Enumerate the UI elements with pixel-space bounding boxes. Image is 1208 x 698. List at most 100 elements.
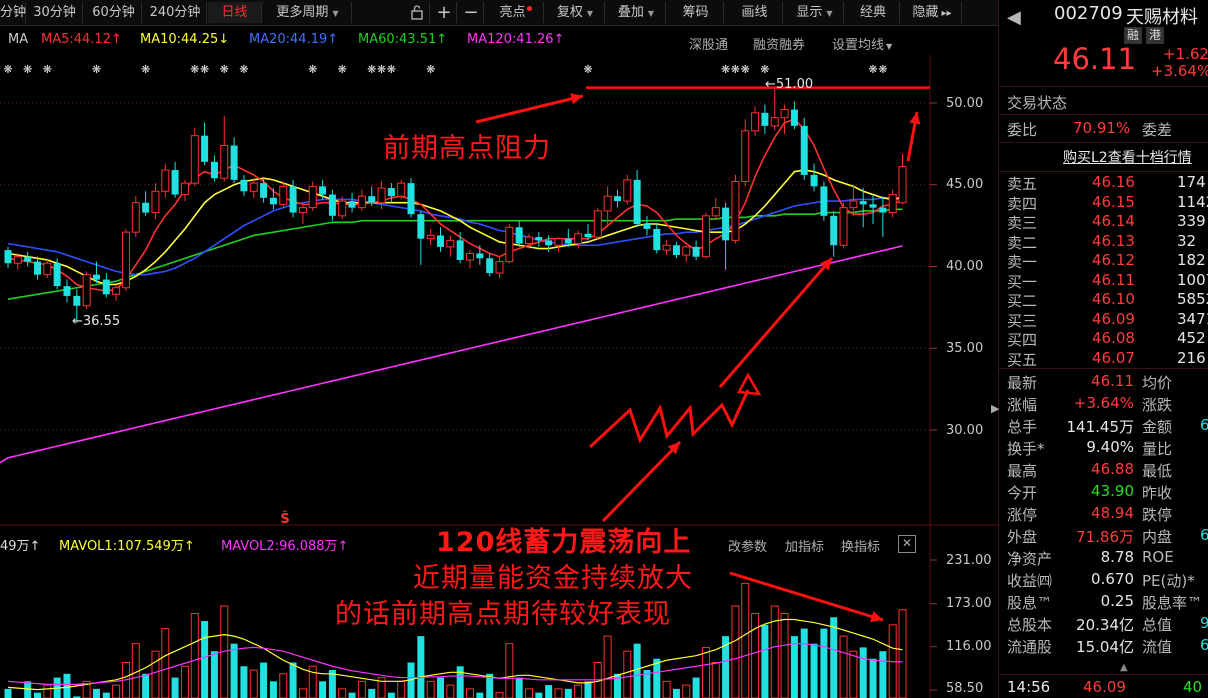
draw-line-button[interactable]: 画线 (727, 2, 783, 23)
quote-row: 最新 46.11 均价 (999, 372, 1208, 393)
ask-row[interactable]: 卖三 46.14 339 (999, 212, 1208, 232)
quote-label-right: 跌停 (1142, 506, 1173, 524)
event-marker-icon: ❋ (878, 63, 887, 76)
volume-bar-up (524, 688, 533, 698)
vol-tick-231: 231.00 (946, 553, 992, 568)
quote-value: 8.78 (1100, 548, 1134, 566)
bid-row[interactable]: 买五 46.07 216 (999, 348, 1208, 369)
volume-bar-down (515, 677, 523, 698)
event-marker-icon: ❋ (190, 63, 199, 76)
switch-indicator-button[interactable]: 换指标 (841, 536, 880, 555)
volume-bar-down (535, 692, 543, 698)
candle-body-down (53, 263, 61, 287)
volume-bar-down (171, 677, 179, 698)
volume-bar-down (63, 673, 71, 698)
ask-row[interactable]: 卖四 46.15 1142 (999, 192, 1208, 213)
tab-240min[interactable]: 240分钟 (144, 2, 207, 23)
panel-toggle-icon[interactable]: ▶ (991, 402, 999, 415)
annotation-line1: 120线蓄力震荡向上 (436, 527, 692, 558)
candle-body-down (653, 228, 661, 251)
collapse-icon[interactable]: ▲ (1120, 662, 1128, 673)
volume-bar-up (495, 692, 504, 698)
ask-row[interactable]: 卖五 46.16 174 (999, 173, 1208, 193)
level-label: 卖五 (1007, 175, 1038, 193)
candle-body-up (780, 109, 789, 119)
candle-body-up (662, 244, 671, 251)
candle-body-up (495, 261, 504, 274)
weibi-value: 70.91% (1073, 119, 1131, 137)
quote-row: 股息™ 0.25 股息率™ (999, 592, 1208, 613)
candle-body-down (368, 196, 376, 203)
tab-30min[interactable]: 30分钟 (27, 2, 83, 23)
ask-row[interactable]: 卖二 46.13 32 (999, 231, 1208, 252)
margin-trading-button[interactable]: 融资融券 (753, 34, 805, 53)
volume-bar-up (43, 684, 52, 698)
add-indicator-button[interactable]: 加指标 (785, 536, 824, 555)
event-marker-icon: ❋ (583, 63, 592, 76)
candle-body-up (731, 180, 740, 241)
tab-60min[interactable]: 60分钟 (86, 2, 142, 23)
classic-button[interactable]: 经典 (847, 2, 900, 23)
bid-row[interactable]: 买四 46.08 452 (999, 329, 1208, 349)
candle-body-up (338, 200, 347, 217)
overlay-button[interactable]: 叠加 ▼ (607, 2, 666, 23)
volume-bar-down (142, 673, 150, 698)
bid-row[interactable]: 买二 46.10 5852 (999, 290, 1208, 310)
volume-bar-up (426, 680, 435, 698)
tab-minute[interactable]: 分钟 (0, 2, 26, 23)
level-price: 46.12 (1092, 251, 1135, 269)
level-price: 46.15 (1092, 192, 1135, 211)
candle-body-down (24, 256, 32, 262)
candle-body-up (466, 252, 475, 261)
candle-body-down (613, 196, 621, 202)
ask-row[interactable]: 卖一 46.12 182 (999, 251, 1208, 271)
plus-icon[interactable]: + (432, 2, 457, 23)
hide-button[interactable]: 隐藏 ▸▸ (903, 2, 962, 23)
chips-button[interactable]: 筹码 (668, 2, 724, 23)
quote-value: 15.04亿 (1076, 638, 1134, 656)
volume-bar-down (437, 677, 445, 698)
level-label: 买二 (1007, 292, 1038, 310)
back-arrow-icon[interactable]: ◀ (1007, 7, 1021, 28)
tab-more-periods[interactable]: 更多周期 ▼ (264, 2, 352, 23)
l2-purchase-link[interactable]: 购买L2查看十档行情 (1063, 147, 1192, 167)
candle-body-up (888, 194, 897, 214)
vol-tick-116: 116.00 (946, 639, 992, 654)
event-marker-icon: ❋ (92, 63, 101, 76)
tab-daily[interactable]: 日线 (208, 2, 262, 23)
candle-body-down (210, 161, 218, 179)
adjust-button[interactable]: 复权 ▼ (546, 2, 605, 23)
quote-label: 最高 (1007, 462, 1038, 480)
price-tick-35: 35.00 (946, 341, 984, 356)
volume-bar-down (201, 621, 209, 698)
price-tick-45: 45.00 (946, 177, 984, 192)
level-price: 46.13 (1092, 231, 1135, 250)
ma-settings-button[interactable]: 设置均线 ▼ (832, 34, 892, 53)
volume-bar-down (368, 688, 376, 698)
quote-row: 净资产 8.78 ROE (999, 548, 1208, 569)
weicha-label: 委差 (1142, 121, 1173, 139)
minus-icon[interactable]: − (459, 2, 484, 23)
price-tick-50: 50.00 (946, 96, 984, 111)
bid-row[interactable]: 买三 46.09 3471 (999, 310, 1208, 330)
candle-body-down (859, 201, 867, 205)
candle-body-down (348, 201, 356, 208)
lock-icon[interactable] (405, 2, 430, 23)
candle-body-up (751, 112, 760, 132)
volume-bar-down (33, 692, 41, 698)
volume-bar-down (24, 681, 32, 698)
volume-bar-up (839, 635, 848, 698)
quote-value: 20.34亿 (1076, 616, 1134, 634)
bid-row[interactable]: 买一 46.11 1007 (999, 271, 1208, 291)
candle-body-up (839, 207, 848, 246)
display-button[interactable]: 显示 ▼ (786, 2, 844, 23)
hk-connect-button[interactable]: 深股通 (689, 34, 728, 53)
level-volume: 216 (1177, 348, 1206, 367)
candle-body-down (437, 235, 445, 247)
quote-label-right: 总值 (1142, 616, 1173, 634)
close-icon[interactable]: ✕ (898, 535, 916, 553)
candle-body-down (692, 246, 700, 257)
highlight-button[interactable]: 亮点 (488, 2, 544, 23)
candle-body-up (131, 202, 140, 233)
change-params-button[interactable]: 改参数 (728, 536, 767, 555)
